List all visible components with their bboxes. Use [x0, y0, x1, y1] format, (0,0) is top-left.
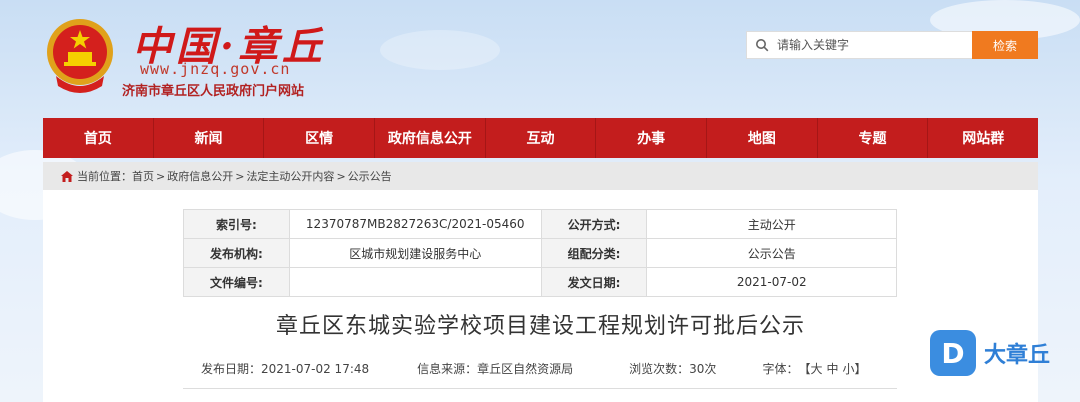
font-large-button[interactable]: 大 [810, 360, 822, 377]
publisher-label: 发布机构: [183, 238, 290, 268]
watermark-logo-icon: D [930, 330, 976, 376]
font-size-label: 字体： [762, 362, 799, 376]
national-emblem-logo [44, 16, 116, 96]
search-icon [747, 38, 777, 52]
doc-number-label: 文件编号: [183, 267, 290, 297]
breadcrumb-item-home[interactable]: 首页 [132, 168, 154, 184]
search-input[interactable] [777, 38, 957, 52]
issue-date-value: 2021-07-02 [646, 267, 897, 297]
issue-date-label: 发文日期: [540, 267, 648, 297]
category-label: 组配分类: [540, 238, 648, 268]
table-row: 发布机构: 区城市规划建设服务中心 组配分类: 公示公告 [183, 238, 897, 268]
font-bracket-open: 【 [798, 362, 811, 376]
category-value: 公示公告 [646, 238, 897, 268]
nav-item-home[interactable]: 首页 [43, 118, 154, 158]
nav-item-news[interactable]: 新闻 [154, 118, 265, 158]
breadcrumb-separator: > [235, 169, 245, 183]
index-label: 索引号: [183, 209, 290, 239]
open-method-label: 公开方式: [540, 209, 648, 239]
table-row: 文件编号: 发文日期: 2021-07-02 [183, 267, 897, 297]
table-row: 索引号: 12370787MB2827263C/2021-05460 公开方式:… [183, 209, 897, 239]
watermark-text: 大章丘 [984, 343, 1051, 368]
nav-item-services[interactable]: 办事 [596, 118, 708, 158]
nav-item-topics[interactable]: 专题 [818, 118, 929, 158]
search-box [746, 31, 972, 59]
nav-item-gov-info-disclosure[interactable]: 政府信息公开 [375, 118, 486, 158]
home-icon [61, 170, 73, 182]
font-bracket-close: 】 [854, 362, 867, 376]
view-count: 浏览次数：30次 [629, 362, 717, 376]
search-button[interactable]: 检索 [972, 31, 1038, 59]
breadcrumb-separator: > [336, 169, 346, 183]
site-subtitle: 济南市章丘区人民政府门户网站 [122, 84, 305, 99]
nav-item-site-group[interactable]: 网站群 [928, 118, 1038, 158]
nav-item-map[interactable]: 地图 [707, 118, 818, 158]
main-nav: 首页 新闻 区情 政府信息公开 互动 办事 地图 专题 网站群 [43, 118, 1038, 158]
article-title: 章丘区东城实验学校项目建设工程规划许可批后公示 [275, 314, 805, 339]
breadcrumb-prefix: 当前位置： [77, 170, 132, 183]
divider [183, 388, 897, 389]
font-small-button[interactable]: 小 [843, 360, 855, 377]
breadcrumb-item-gov-info[interactable]: 政府信息公开 [167, 168, 233, 184]
site-url: www.jnzq.gov.cn [140, 60, 291, 78]
doc-number-value [288, 267, 542, 297]
breadcrumb-item-announcements[interactable]: 公示公告 [348, 168, 392, 184]
index-value: 12370787MB2827263C/2021-05460 [288, 209, 542, 239]
cloud-decoration [380, 30, 500, 70]
watermark: D 大章丘 [930, 330, 1050, 376]
info-source: 信息来源：章丘区自然资源局 [417, 362, 574, 376]
breadcrumb: 当前位置： 首页 > 政府信息公开 > 法定主动公开内容 > 公示公告 [43, 162, 1038, 190]
breadcrumb-separator: > [156, 169, 166, 183]
nav-item-district-info[interactable]: 区情 [264, 118, 376, 158]
publisher-value: 区城市规划建设服务中心 [288, 238, 542, 268]
breadcrumb-item-statutory[interactable]: 法定主动公开内容 [246, 168, 334, 184]
article-meta: 发布日期：2021-07-02 17:48 信息来源：章丘区自然资源局 浏览次数… [183, 360, 897, 377]
open-method-value: 主动公开 [646, 209, 897, 239]
nav-item-interaction[interactable]: 互动 [486, 118, 597, 158]
publish-date: 发布日期：2021-07-02 17:48 [201, 362, 370, 376]
font-medium-button[interactable]: 中 [826, 360, 838, 377]
document-info-table: 索引号: 12370787MB2827263C/2021-05460 公开方式:… [183, 209, 897, 297]
